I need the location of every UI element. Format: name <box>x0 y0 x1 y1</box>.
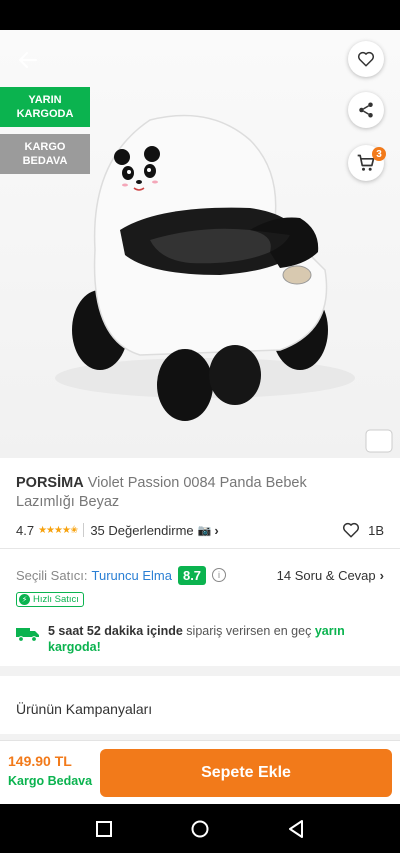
back-nav-icon[interactable] <box>288 820 304 838</box>
seller-row: Seçili Satıcı: Turuncu Elma 8.7 i 14 Sor… <box>16 565 384 585</box>
truck-icon <box>16 628 39 642</box>
lightning-icon: ⚡ <box>19 594 30 605</box>
star-rating-icon: ★★★★✬ <box>38 524 78 536</box>
chevron-right-icon: › <box>214 522 219 538</box>
cart-button[interactable]: 3 <box>348 145 386 181</box>
like-button[interactable]: 1B <box>342 521 384 539</box>
qa-link[interactable]: 14 Soru & Cevap › <box>277 568 384 583</box>
tomorrow-cargo-badge: YARIN KARGODA <box>0 87 90 127</box>
tomorrow-cargo-label: YARIN KARGODA <box>16 94 74 120</box>
heart-outline-icon <box>343 522 360 538</box>
fast-seller-label: Hızlı Satıcı <box>33 594 79 605</box>
product-image-area[interactable]: 3 YARIN KARGODA KARGO BEDAVA <box>0 30 400 458</box>
camera-icon: 📷 <box>197 524 212 537</box>
seller-name[interactable]: Turuncu Elma <box>92 568 172 583</box>
chevron-right-icon: › <box>379 567 384 583</box>
campaigns-title[interactable]: Ürünün Kampanyaları <box>16 701 152 717</box>
arrow-left-icon <box>18 51 38 69</box>
status-bar <box>0 0 400 30</box>
delivery-text: 5 saat 52 dakika içinde sipariş verirsen… <box>48 623 384 655</box>
reviews-link[interactable]: 35 Değerlendirme 📷 › <box>90 523 218 538</box>
section-divider <box>0 666 400 676</box>
delivery-middle: sipariş verirsen en geç <box>182 624 315 638</box>
qa-count: 14 Soru & Cevap <box>276 567 376 583</box>
reviews-count: 35 Değerlendirme <box>90 522 194 538</box>
recents-icon[interactable] <box>96 821 112 837</box>
delivery-info: 5 saat 52 dakika içinde sipariş verirsen… <box>16 623 384 657</box>
product-title: PORSİMA Violet Passion 0084 Panda Bebek … <box>16 474 336 512</box>
free-cargo-badge: KARGO BEDAVA <box>0 134 90 174</box>
heart-icon <box>357 51 375 67</box>
back-button[interactable] <box>14 46 42 74</box>
price: 149.90 TL <box>8 753 72 769</box>
system-nav-bar <box>0 804 400 853</box>
home-icon[interactable] <box>191 820 209 838</box>
seller-label: Seçili Satıcı: <box>16 567 88 583</box>
share-button[interactable] <box>348 92 384 128</box>
brand-name[interactable]: PORSİMA <box>16 475 84 491</box>
divider <box>0 548 400 549</box>
likes-count: 1B <box>368 522 384 538</box>
rating-value: 4.7 <box>16 522 35 538</box>
delivery-time: 5 saat 52 dakika içinde <box>48 624 183 638</box>
rating-row: 4.7 ★★★★✬ 35 Değerlendirme 📷 › 1B <box>16 521 384 539</box>
cart-count-badge: 3 <box>372 147 386 161</box>
free-shipping-label: Kargo Bedava <box>8 774 93 788</box>
free-cargo-label: KARGO BEDAVA <box>22 141 68 167</box>
add-to-cart-button[interactable]: Sepete Ekle <box>100 749 392 797</box>
info-icon[interactable]: i <box>212 568 227 582</box>
share-icon <box>359 102 373 118</box>
favorite-button[interactable] <box>348 41 384 77</box>
fast-seller-badge: ⚡ Hızlı Satıcı <box>16 592 84 607</box>
bottom-bar: 149.90 TL Kargo Bedava Sepete Ekle <box>0 740 400 804</box>
seller-score: 8.7 <box>177 565 207 585</box>
